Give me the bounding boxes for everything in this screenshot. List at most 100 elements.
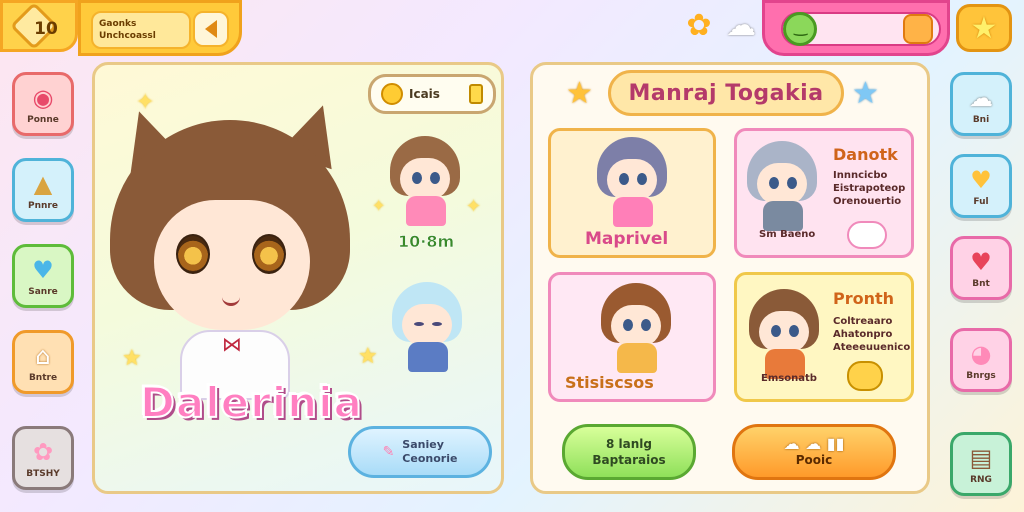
sparkle-icon: ✦ xyxy=(466,196,482,217)
eye xyxy=(637,173,647,185)
add-currency-button[interactable] xyxy=(903,14,933,44)
left-menu-5[interactable]: ✿ BTSHY xyxy=(12,426,74,490)
level-badge[interactable]: 10 xyxy=(0,0,78,52)
cake-icon: ▤ xyxy=(969,444,993,472)
pig-icon: ◕ xyxy=(970,340,992,368)
gallery-title: Manraj Togakia xyxy=(608,70,844,116)
left-menu-1[interactable]: ◉ Ponne xyxy=(12,72,74,136)
left-menu-2-label: Pnnre xyxy=(28,201,58,211)
action-line-1: Saniey xyxy=(402,438,444,451)
eye xyxy=(432,322,442,326)
house-icon: ⌂ xyxy=(35,342,51,370)
card-desc-line: Orenouertio xyxy=(833,196,902,207)
card-name: Maprivel xyxy=(585,229,669,249)
right-menu-2[interactable]: ♥ Ful xyxy=(950,154,1012,218)
coin-icon xyxy=(381,83,403,105)
card-portrait xyxy=(747,289,821,379)
outfit xyxy=(617,343,657,373)
card-subtitle: Sm Baeno xyxy=(759,229,816,240)
back-arrow-icon[interactable] xyxy=(193,11,229,47)
card-name: Danotk xyxy=(833,145,898,164)
eye xyxy=(412,172,422,184)
right-menu-1-label: Bni xyxy=(972,115,990,125)
left-menu-3[interactable]: ♥ Sanre xyxy=(12,244,74,308)
eye xyxy=(414,322,424,326)
eye xyxy=(771,325,781,337)
coin-bar-icon xyxy=(469,84,483,104)
left-menu-2[interactable]: ▲ Pnnre xyxy=(12,158,74,222)
right-menu-1[interactable]: ☁ Bni xyxy=(950,72,1012,136)
eye xyxy=(430,172,440,184)
orange-action-button[interactable]: ☁ ☁ ▮▮ Pooic xyxy=(732,424,896,480)
eye xyxy=(641,319,651,331)
right-menu-3[interactable]: ♥ Bnt xyxy=(950,236,1012,300)
main-character-portrait[interactable]: ⋈ xyxy=(110,96,350,400)
face xyxy=(611,305,661,347)
face xyxy=(757,163,807,205)
left-menu-5-label: BTSHY xyxy=(26,469,60,479)
flower-icon: ✿ xyxy=(32,438,54,466)
right-menu-5[interactable]: ▤ RNG xyxy=(950,432,1012,496)
face xyxy=(400,158,450,200)
mini-character-2[interactable] xyxy=(390,282,464,372)
cake-icon: ▲ xyxy=(33,170,53,198)
eye-right xyxy=(252,234,286,274)
card-desc: Coltreaaro Ahatonpro Ateeeuuenico xyxy=(833,315,910,354)
right-menu-2-label: Ful xyxy=(973,197,989,207)
outfit xyxy=(408,342,448,372)
left-menu-4[interactable]: ⌂ Bntre xyxy=(12,330,74,394)
face xyxy=(154,200,310,330)
character-card-2[interactable]: Danotk Innncicbo Eistrapoteop Orenouerti… xyxy=(734,128,914,258)
right-menu-5-label: RNG xyxy=(970,475,992,485)
card-subtitle: Emsonatb xyxy=(761,373,817,384)
eye xyxy=(769,177,779,189)
time-label: 10·8m xyxy=(398,232,455,252)
character-card-1[interactable]: Maprivel xyxy=(548,128,716,258)
card-portrait xyxy=(745,141,819,231)
title-line-1: Gaonks xyxy=(99,19,137,29)
currency-bar xyxy=(762,0,950,56)
character-action-button[interactable]: ✎ Saniey Ceonorie xyxy=(348,426,492,478)
title-plate: Gaonks Unchcoassl xyxy=(91,11,191,49)
sparkle-icon: ✦ xyxy=(372,196,386,215)
green-action-button[interactable]: 8 lanlg Baptaraios xyxy=(562,424,696,480)
flower-icon[interactable]: ✿ xyxy=(680,6,718,44)
mini-character-1[interactable] xyxy=(388,136,462,226)
card-name: Pronth xyxy=(833,289,895,308)
face xyxy=(402,304,452,346)
card-desc-line: Coltreaaro xyxy=(833,316,893,327)
heart-icon: ♥ xyxy=(970,248,992,276)
heart-icon: ♥ xyxy=(32,256,54,284)
cookie-icon xyxy=(847,361,883,391)
right-menu-4[interactable]: ◕ Bnrgs xyxy=(950,328,1012,392)
eye-left xyxy=(176,234,210,274)
coin-label: Icais xyxy=(409,87,440,101)
bow-icon: ⋈ xyxy=(222,332,242,356)
heart-icon: ♥ xyxy=(970,166,992,194)
star-icon[interactable]: ★ xyxy=(956,4,1012,52)
character-card-4[interactable]: Pronth Coltreaaro Ahatonpro Ateeeuuenico… xyxy=(734,272,914,402)
left-menu-4-label: Bntre xyxy=(28,373,58,383)
card-desc-line: Eistrapoteop xyxy=(833,183,906,194)
cloud-face-icon: ☁ xyxy=(969,84,993,112)
left-menu-1-label: Ponne xyxy=(27,115,59,125)
character-name: Dalerinia xyxy=(139,377,363,428)
eye xyxy=(623,319,633,331)
mouth xyxy=(222,296,240,306)
title-bar: Gaonks Unchcoassl xyxy=(78,0,242,56)
card-desc-line: Ateeeuuenico xyxy=(833,342,911,353)
cloud-face-icon[interactable]: ☁ xyxy=(722,6,760,44)
card-name: Stisiscsos xyxy=(565,373,654,392)
sparkle-icon: ★ xyxy=(358,344,378,369)
card-desc: Innncicbo Eistrapoteop Orenouertio xyxy=(833,169,905,208)
outfit xyxy=(406,196,446,226)
level-number: 10 xyxy=(34,19,58,39)
card-portrait xyxy=(599,283,673,373)
eye xyxy=(787,177,797,189)
coin-counter[interactable]: Icais xyxy=(368,74,496,114)
star-icon: ★ xyxy=(566,76,593,111)
face xyxy=(607,159,657,201)
character-card-3[interactable]: Stisiscsos xyxy=(548,272,716,402)
action-line-2: Ceonorie xyxy=(402,452,458,465)
eye xyxy=(789,325,799,337)
